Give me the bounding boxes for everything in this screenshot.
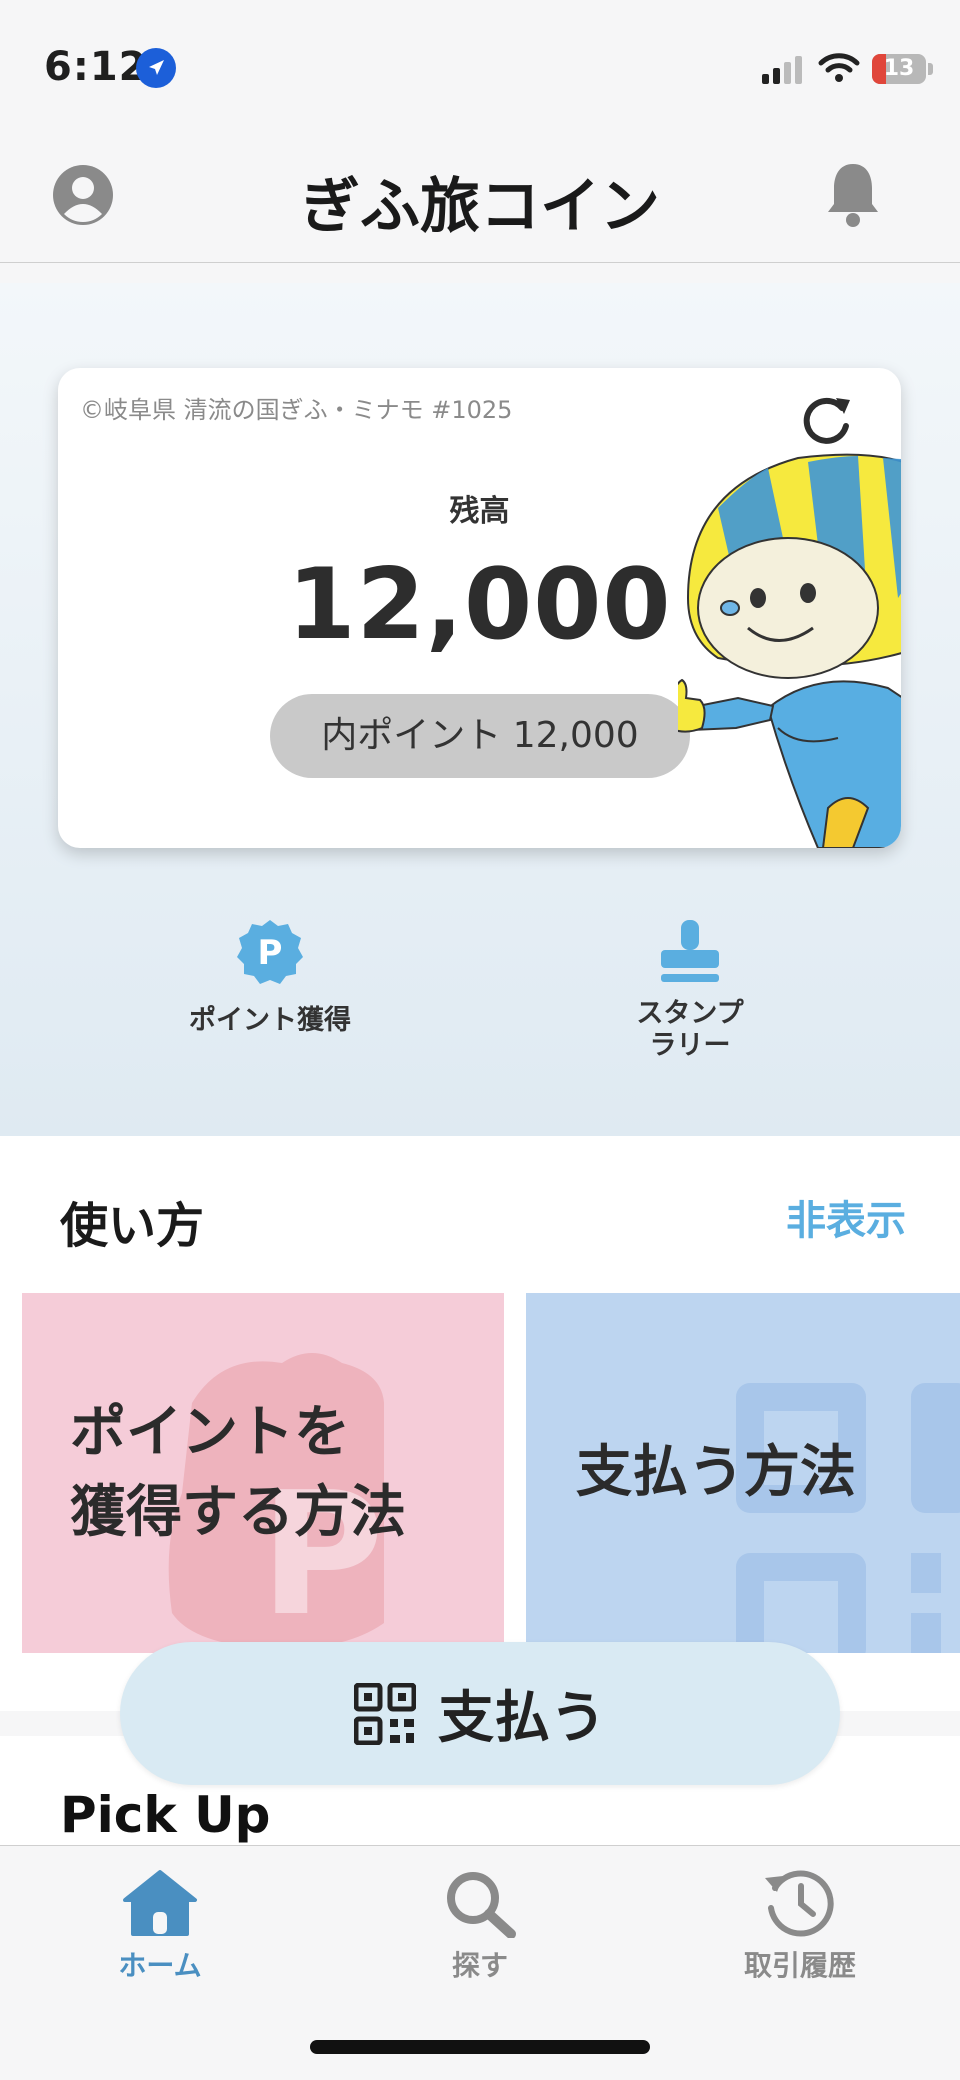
tab-search-label: 探す <box>451 1949 508 1982</box>
earn-points-label: ポイント獲得 <box>189 1005 351 1036</box>
pickup-title: Pick Up <box>60 1786 271 1844</box>
battery-icon: 13 <box>872 54 926 84</box>
cellular-signal-icon <box>762 56 802 84</box>
earn-points-button[interactable]: P ポイント獲得 <box>160 918 380 1037</box>
copyright-credit: ©岐阜県 清流の国ぎふ・ミナモ #1025 <box>80 396 513 424</box>
tab-history-label: 取引履歴 <box>743 1949 856 1982</box>
earn-points-guide-text: ポイントを 獲得する方法 <box>70 1400 406 1545</box>
payment-guide-text: 支払う方法 <box>576 1440 856 1505</box>
pay-button-label: 支払う <box>438 1686 606 1751</box>
status-bar: 6:12 13 <box>0 0 960 130</box>
tab-history[interactable]: 取引履歴 <box>700 1868 900 1984</box>
stamp-rally-button[interactable]: スタンプ ラリー <box>580 918 800 1062</box>
stamp-icon <box>661 920 719 982</box>
stamp-rally-label-line2: ラリー <box>649 1030 731 1061</box>
pay-button[interactable]: 支払う <box>120 1642 840 1785</box>
balance-section: ©岐阜県 清流の国ぎふ・ミナモ #1025 残高 12,000 内ポイント 12… <box>0 283 960 1136</box>
nav-header: ぎふ旅コイン <box>0 130 960 263</box>
how-to-use-section: 使い方 非表示 P ポイントを 獲得する方法 支払う方法 <box>0 1136 960 1711</box>
tab-search[interactable]: 探す <box>380 1868 580 1984</box>
notification-bell-icon[interactable] <box>822 160 884 230</box>
earn-points-guide-card[interactable]: P ポイントを 獲得する方法 <box>22 1293 504 1653</box>
home-icon <box>123 1870 197 1936</box>
qr-code-icon <box>354 1682 416 1745</box>
status-time: 6:12 <box>44 44 148 90</box>
battery-cap <box>928 63 933 75</box>
search-icon <box>447 1872 516 1938</box>
battery-level: 13 <box>883 56 915 81</box>
points-badge: 内ポイント 12,000 <box>270 694 690 778</box>
hide-link[interactable]: 非表示 <box>786 1188 906 1246</box>
tab-home-label: ホーム <box>118 1949 202 1982</box>
history-clock-icon <box>765 1870 834 1937</box>
how-to-use-title: 使い方 <box>60 1198 205 1254</box>
page-title: ぎふ旅コイン <box>300 172 660 242</box>
svg-text:P: P <box>258 933 283 973</box>
tab-home[interactable]: ホーム <box>60 1868 260 1984</box>
refresh-icon[interactable] <box>798 390 858 450</box>
points-badge-icon: P <box>237 920 303 984</box>
location-arrow-icon <box>136 48 176 88</box>
payment-guide-card[interactable]: 支払う方法 <box>526 1293 960 1653</box>
minamo-mascot-illustration <box>667 448 901 848</box>
stamp-rally-label-line1: スタンプ <box>636 998 744 1029</box>
home-indicator <box>310 2040 650 2054</box>
wifi-icon <box>818 52 860 88</box>
balance-card: ©岐阜県 清流の国ぎふ・ミナモ #1025 残高 12,000 内ポイント 12… <box>58 368 901 848</box>
